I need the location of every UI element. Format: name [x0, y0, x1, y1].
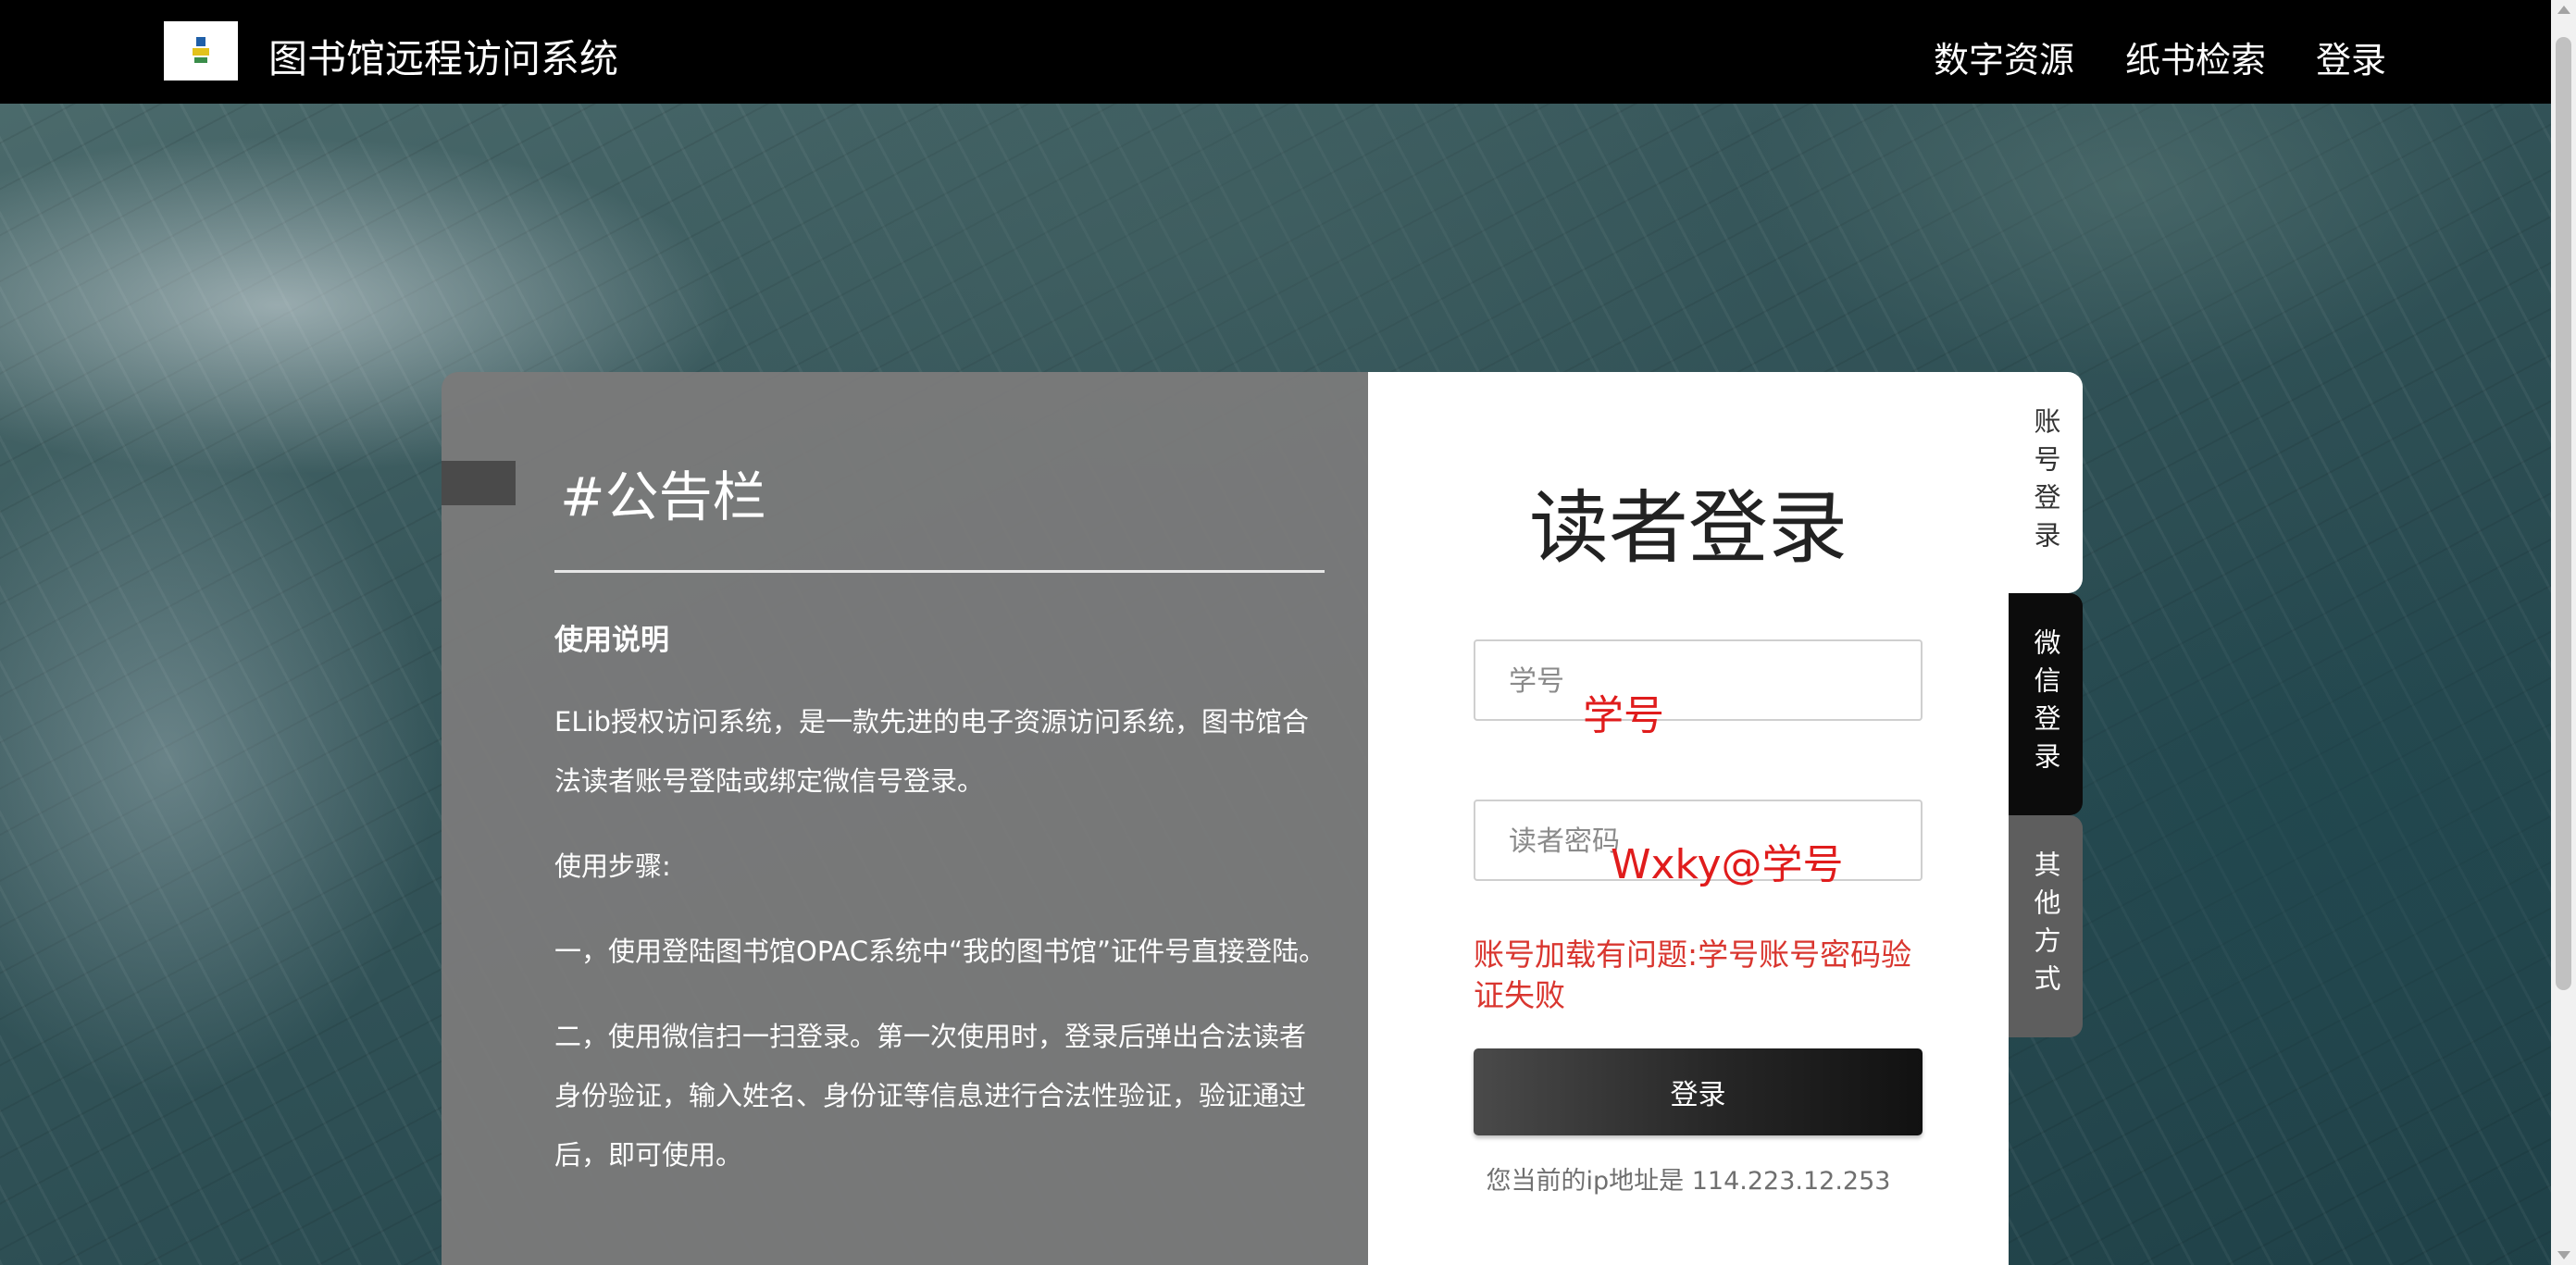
tab-account-login[interactable]: 账号登录 [2009, 372, 2083, 593]
scroll-up-arrow-icon[interactable] [2557, 6, 2570, 14]
student-id-input[interactable] [1477, 643, 1921, 719]
student-id-field[interactable] [1474, 639, 1923, 721]
logo-mark-icon [193, 37, 209, 65]
tab-other-methods-label: 其他方式 [2030, 850, 2061, 1002]
notice-paragraph: 使用步骤: [554, 850, 671, 882]
notice-title: #公告栏 [560, 465, 766, 528]
tab-other-methods[interactable]: 其他方式 [2009, 815, 2083, 1037]
tab-wechat-login-label: 微信登录 [2030, 628, 2061, 780]
login-title: 读者登录 [1529, 482, 1848, 575]
notice-paragraph: ELib授权访问系统，是一款先进的电子资源访问系统，图书馆合法读者账号登陆或绑定… [554, 706, 1309, 797]
ip-address-text: 您当前的ip地址是 114.223.12.253 [1486, 1167, 1891, 1196]
password-annotation: Wxky@学号 [1611, 841, 1844, 888]
notice-marker [442, 461, 516, 505]
username-annotation: 学号 [1583, 692, 1664, 739]
tab-wechat-login[interactable]: 微信登录 [2009, 593, 2083, 815]
notice-paragraph: 一，使用登陆图书馆OPAC系统中“我的图书馆”证件号直接登陆。 [554, 936, 1326, 967]
notice-paragraph: 二，使用微信扫一扫登录。第一次使用时，登录后弹出合法读者身份验证，输入姓名、身份… [554, 1021, 1307, 1171]
top-navbar: 图书馆远程访问系统 数字资源 纸书检索 登录 [0, 0, 2551, 104]
login-error-message: 账号加载有问题:学号账号密码验证失败 [1474, 936, 1912, 1013]
login-button[interactable]: 登录 [1474, 1048, 1923, 1135]
site-title[interactable]: 图书馆远程访问系统 [268, 28, 618, 84]
scrollbar-thumb[interactable] [2556, 37, 2571, 990]
notice-divider [554, 570, 1325, 573]
scroll-down-arrow-icon[interactable] [2557, 1251, 2570, 1259]
page-scrollbar[interactable] [2551, 0, 2576, 1265]
nav-book-search[interactable]: 纸书检索 [2125, 31, 2266, 82]
login-card: 读者登录 学号 Wxky@学号 账号加载有问题:学号账号密码验证失败 登录 您当… [1368, 372, 2009, 1265]
tab-account-login-label: 账号登录 [2030, 406, 2061, 559]
notice-board: #公告栏 使用说明 ELib授权访问系统，是一款先进的电子资源访问系统，图书馆合… [442, 372, 1368, 1265]
nav-digital-resources[interactable]: 数字资源 [1934, 31, 2074, 82]
notice-subtitle: 使用说明 [554, 624, 669, 657]
library-logo[interactable] [164, 21, 238, 81]
notice-body: 使用说明 ELib授权访问系统，是一款先进的电子资源访问系统，图书馆合法读者账号… [554, 613, 1332, 1210]
nav-login[interactable]: 登录 [2316, 31, 2386, 82]
